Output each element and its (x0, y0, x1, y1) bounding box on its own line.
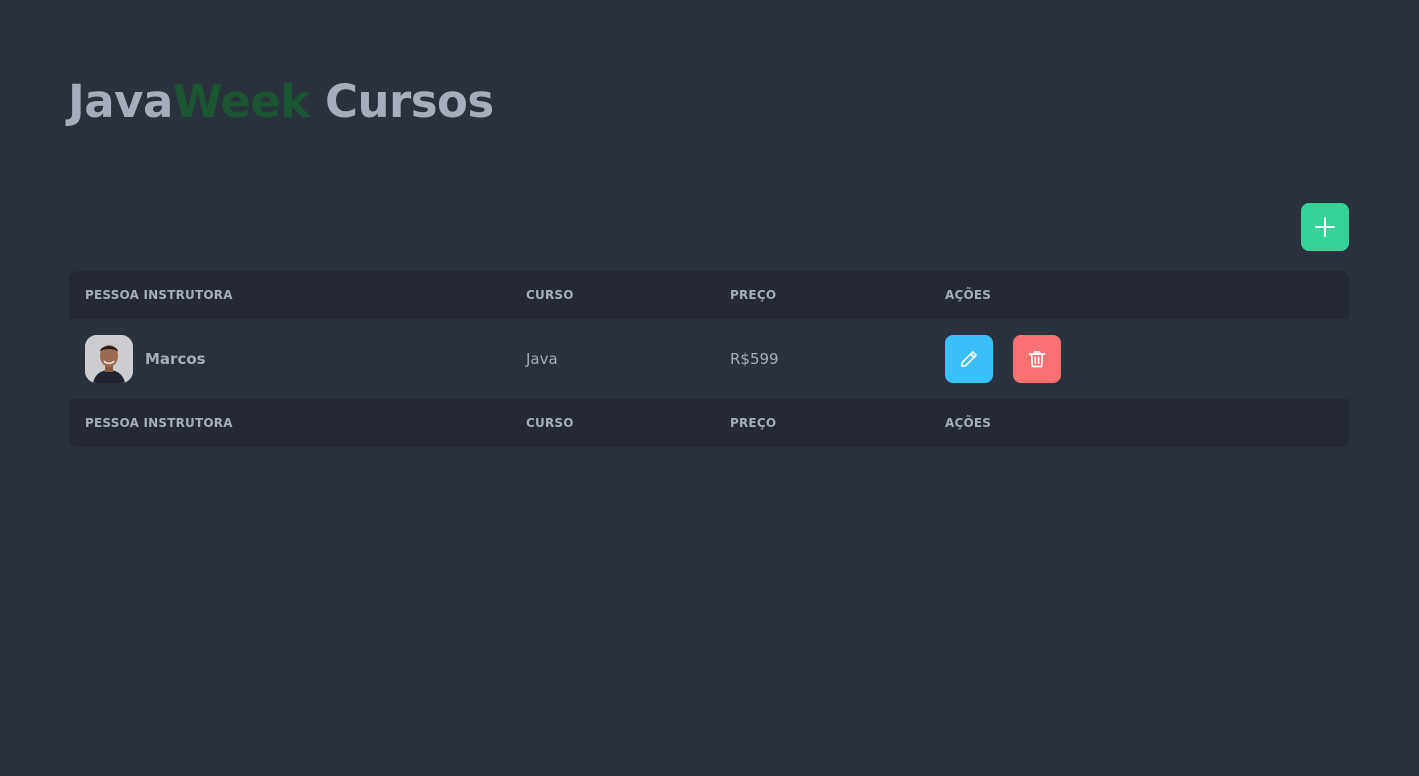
avatar (85, 335, 133, 383)
page-title: JavaWeek Cursos (68, 74, 494, 130)
column-header-instructor: PESSOA INSTRUTORA (85, 288, 233, 302)
column-header-actions: AÇÕES (945, 288, 992, 302)
footer-price: PREÇO (730, 416, 777, 430)
footer-instructor: PESSOA INSTRUTORA (85, 416, 233, 430)
column-header-price: PREÇO (730, 288, 777, 302)
table-row: Marcos Java R$599 (69, 319, 1349, 399)
page: JavaWeek Cursos PESSOA INSTRUTORA CURSO … (0, 0, 1419, 776)
actions-cell (945, 319, 1061, 399)
table-header: PESSOA INSTRUTORA CURSO PREÇO AÇÕES (69, 271, 1349, 319)
price-cell: R$599 (730, 350, 779, 368)
add-course-button[interactable] (1301, 203, 1349, 251)
title-cursos: Cursos (309, 75, 494, 128)
instructor-name: Marcos (145, 350, 206, 368)
title-java: Java (68, 75, 173, 128)
edit-button[interactable] (945, 335, 993, 383)
column-header-course: CURSO (526, 288, 574, 302)
courses-table: PESSOA INSTRUTORA CURSO PREÇO AÇÕES Marc… (69, 271, 1349, 447)
footer-course: CURSO (526, 416, 574, 430)
plus-icon (1315, 217, 1335, 237)
title-week: Week (172, 75, 311, 128)
delete-button[interactable] (1013, 335, 1061, 383)
trash-icon (1028, 351, 1046, 368)
instructor-cell: Marcos (85, 319, 206, 399)
course-cell: Java (526, 350, 558, 368)
pencil-icon (961, 351, 977, 367)
table-footer: PESSOA INSTRUTORA CURSO PREÇO AÇÕES (69, 399, 1349, 447)
footer-actions: AÇÕES (945, 416, 992, 430)
